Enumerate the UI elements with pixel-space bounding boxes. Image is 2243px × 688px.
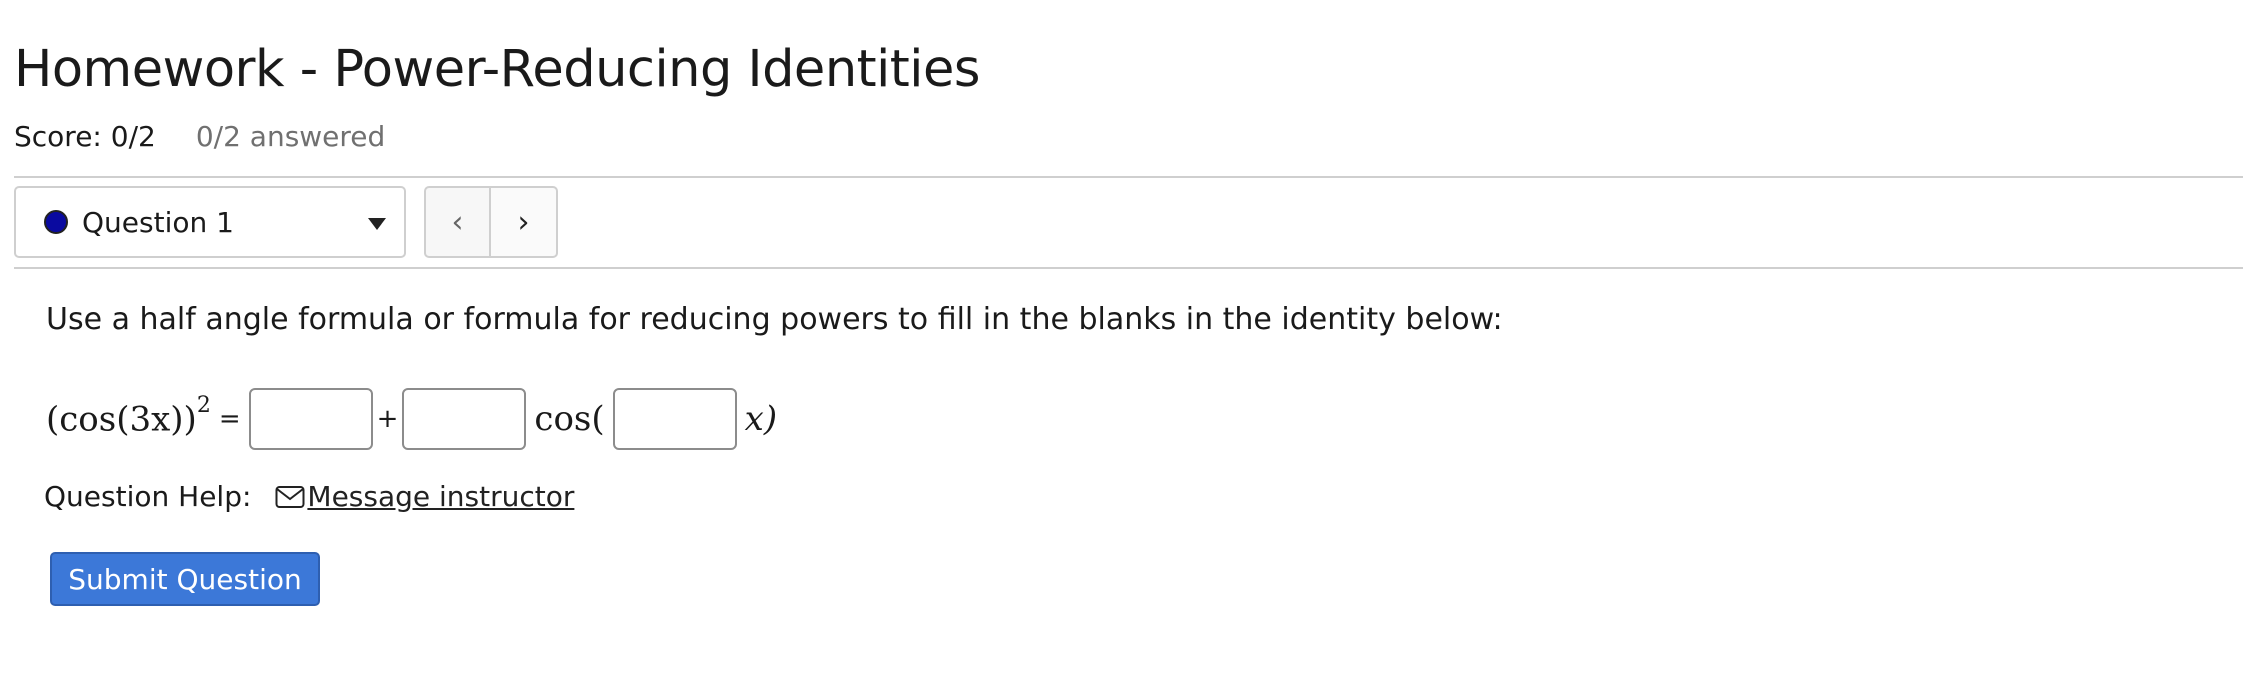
cos-open: cos( xyxy=(534,399,605,439)
question-nav-group: ‹ › xyxy=(424,186,558,258)
message-instructor-link[interactable]: Message instructor xyxy=(307,480,574,513)
chevron-right-icon: › xyxy=(517,204,530,240)
question-prompt: Use a half angle formula or formula for … xyxy=(46,302,1503,337)
page-title: Homework - Power-Reducing Identities xyxy=(14,40,980,99)
answer-blank-1[interactable] xyxy=(248,388,373,450)
answer-blank-3[interactable] xyxy=(612,388,737,450)
x-close: x) xyxy=(744,399,778,439)
question-selector-label: Question 1 xyxy=(82,205,234,239)
question-status-dot-icon xyxy=(44,210,68,234)
lhs-expression: (cos(3x)) xyxy=(46,399,197,440)
answer-blank-2[interactable] xyxy=(402,388,527,450)
equation-lhs: (cos(3x))2 xyxy=(46,393,211,440)
caret-down-icon xyxy=(368,218,386,230)
envelope-icon xyxy=(275,485,305,508)
chevron-left-icon: ‹ xyxy=(451,204,464,240)
equals-sign: = xyxy=(218,404,241,434)
answered-count: 0/2 answered xyxy=(195,120,386,153)
question-help-row: Question Help: Message instructor xyxy=(44,480,574,513)
submit-question-button[interactable]: Submit Question xyxy=(50,552,320,606)
lhs-exponent: 2 xyxy=(196,392,211,418)
score-row: Score: 0/2 0/2 answered xyxy=(14,120,385,153)
previous-question-button[interactable]: ‹ xyxy=(424,186,491,258)
identity-equation: (cos(3x))2 = + cos( x) xyxy=(46,388,777,450)
score-text: Score: 0/2 xyxy=(14,120,156,153)
bottom-divider xyxy=(14,267,2243,269)
next-question-button[interactable]: › xyxy=(491,186,558,258)
question-help-label: Question Help: xyxy=(44,480,252,513)
question-selector[interactable]: Question 1 xyxy=(14,186,406,258)
plus-sign: + xyxy=(376,404,399,434)
top-divider xyxy=(14,176,2243,178)
